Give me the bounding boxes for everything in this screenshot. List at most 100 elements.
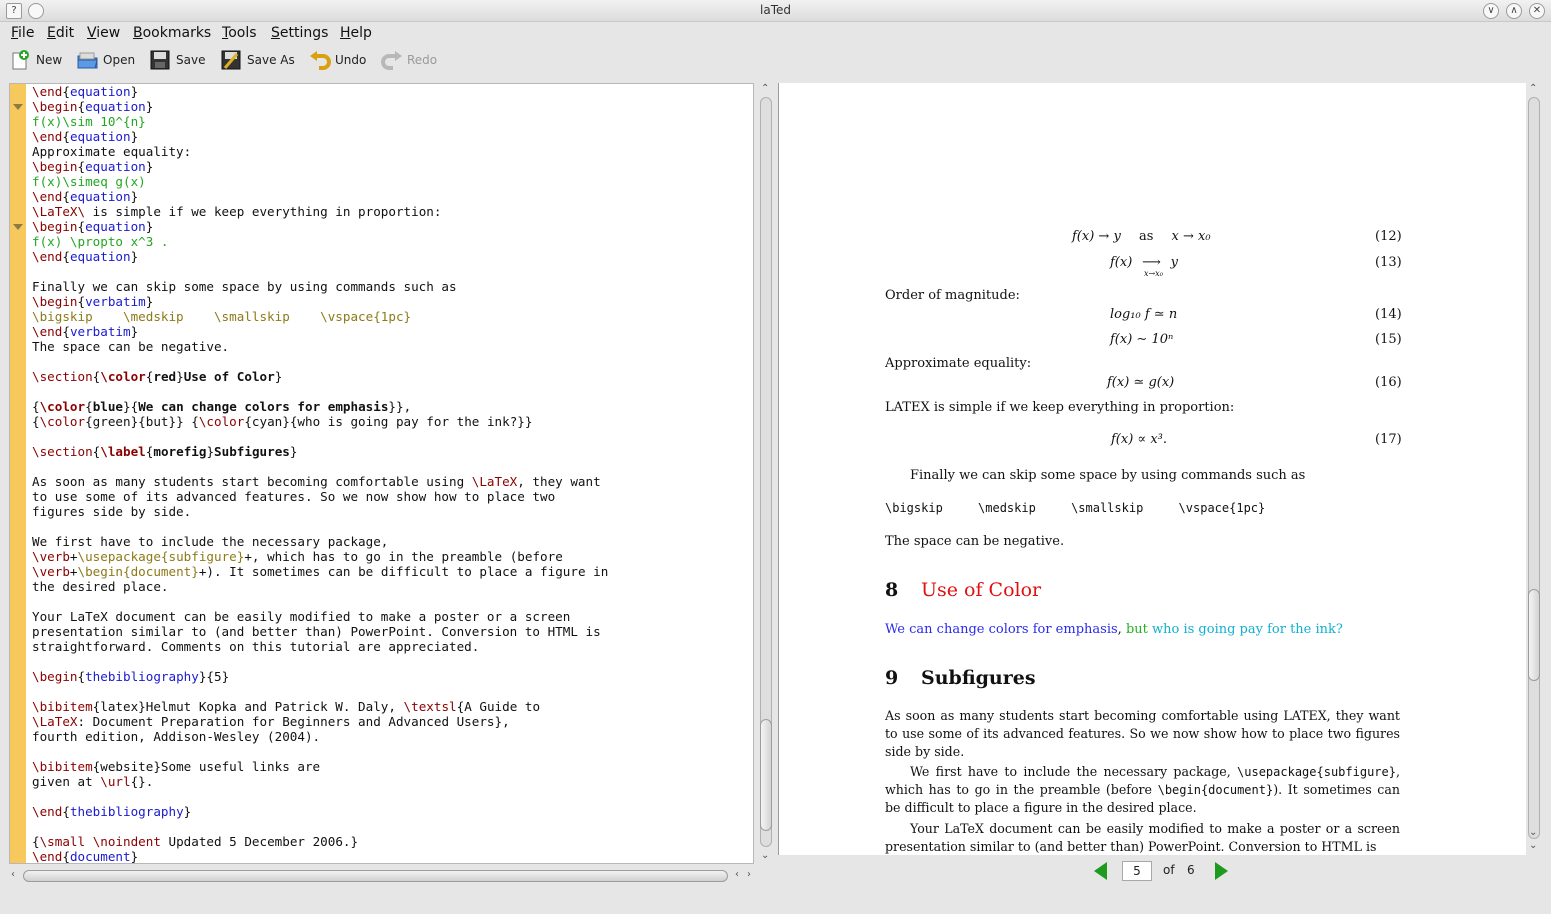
code-line[interactable]: \end{equation} [32, 84, 753, 99]
close-icon[interactable]: ✕ [1529, 3, 1545, 19]
code-line[interactable]: the desired place. [32, 579, 753, 594]
scrollbar-thumb[interactable] [760, 719, 772, 831]
code-line[interactable]: figures side by side. [32, 504, 753, 519]
code-line[interactable] [32, 264, 753, 279]
scroll-left-icon[interactable]: ‹ [11, 869, 15, 880]
maximize-icon[interactable]: ∧ [1506, 3, 1522, 19]
code-line[interactable]: \end{document} [32, 849, 753, 864]
menu-help-mnemonic: H [340, 25, 351, 41]
code-line[interactable]: As soon as many students start becoming … [32, 474, 753, 489]
scrollbar-track[interactable] [1528, 97, 1540, 839]
code-line[interactable] [32, 459, 753, 474]
open-folder-icon [77, 50, 98, 70]
new-button[interactable]: New [10, 48, 62, 72]
code-line[interactable]: \begin{equation} [32, 219, 753, 234]
code-line[interactable]: We first have to include the necessary p… [32, 534, 753, 549]
code-line[interactable] [32, 789, 753, 804]
scroll-up-icon[interactable]: ⌃ [1529, 83, 1537, 94]
code-line[interactable]: The space can be negative. [32, 339, 753, 354]
code-line[interactable]: \begin{equation} [32, 159, 753, 174]
code-line[interactable]: Finally we can skip some space by using … [32, 279, 753, 294]
code-line[interactable] [32, 519, 753, 534]
code-line[interactable]: {\small \noindent Updated 5 December 200… [32, 834, 753, 849]
scrollbar-thumb[interactable] [1528, 589, 1540, 681]
source-editor[interactable]: \end{equation} \begin{equation} f(x)\sim 1… [9, 83, 754, 864]
page-number-input[interactable]: 5 [1122, 861, 1152, 881]
next-page-icon[interactable] [1215, 862, 1228, 880]
code-line[interactable]: {\color{blue}{We can change colors for e… [32, 399, 753, 414]
code-line[interactable] [32, 354, 753, 369]
code-line[interactable]: \end{verbatim} [32, 324, 753, 339]
scroll-right-icon[interactable]: › [747, 869, 751, 880]
code-line[interactable]: \bigskip \medskip \smallskip \vspace{1pc… [32, 309, 753, 324]
menu-edit-mnemonic: E [47, 25, 56, 41]
menu-tools[interactable]: Tools [222, 25, 257, 41]
code-line[interactable] [32, 684, 753, 699]
code-line[interactable]: \begin{equation} [32, 99, 753, 114]
save-button[interactable]: Save [150, 48, 205, 72]
scroll-down-icon[interactable]: ⌄ [1529, 827, 1537, 838]
code-line[interactable]: \end{equation} [32, 129, 753, 144]
code-line[interactable]: \end{equation} [32, 189, 753, 204]
eq13-limit: x→x₀ [1143, 269, 1163, 278]
previous-page-icon[interactable] [1094, 862, 1107, 880]
menu-bookmarks[interactable]: Bookmarks [133, 25, 211, 41]
code-line[interactable]: f(x)\sim 10^{n} [32, 114, 753, 129]
code-line[interactable]: Approximate equality: [32, 144, 753, 159]
code-line[interactable]: \verb+\usepackage{subfigure}+, which has… [32, 549, 753, 564]
code-line[interactable] [32, 654, 753, 669]
pdf-preview[interactable]: f(x) → y as x → x₀ (12) f(x) ⟶ x→x₀ y (1… [778, 83, 1526, 855]
save-as-button[interactable]: Save As [221, 48, 295, 72]
code-line[interactable]: \verb+\begin{document}+). It sometimes c… [32, 564, 753, 579]
code-line[interactable]: to use some of its advanced features. So… [32, 489, 753, 504]
menu-help[interactable]: Help [340, 25, 372, 41]
code-line[interactable]: {\color{green}{but}} {\color{cyan}{who i… [32, 414, 753, 429]
undo-button[interactable]: Undo [309, 48, 366, 72]
code-line[interactable]: f(x) \propto x^3 . [32, 234, 753, 249]
scroll-down-icon[interactable]: ⌄ [1529, 840, 1537, 851]
scroll-down-icon[interactable]: ⌄ [761, 850, 769, 861]
redo-button[interactable]: Redo [381, 48, 437, 72]
code-area[interactable]: \end{equation} \begin{equation} f(x)\sim 1… [32, 84, 753, 864]
code-line[interactable]: straightforward. Comments on this tutori… [32, 639, 753, 654]
code-line[interactable]: f(x)\simeq g(x) [32, 174, 753, 189]
menu-settings[interactable]: Settings [271, 25, 328, 41]
code-line[interactable]: \begin{thebibliography}{5} [32, 669, 753, 684]
scrollbar-thumb[interactable] [23, 870, 728, 882]
code-line[interactable] [32, 819, 753, 834]
code-line[interactable]: Your LaTeX document can be easily modifi… [32, 609, 753, 624]
code-line[interactable]: \LaTeX\ is simple if we keep everything … [32, 204, 753, 219]
open-button[interactable]: Open [77, 48, 135, 72]
fold-toggle-icon[interactable] [13, 224, 23, 230]
code-line[interactable]: \section{\color{red}Use of Color} [32, 369, 753, 384]
code-line[interactable]: \section{\label{morefig}Subfigures} [32, 444, 753, 459]
scroll-up-icon[interactable]: ⌃ [761, 83, 769, 94]
code-token: } [130, 849, 139, 864]
code-token: given at [32, 774, 101, 789]
minimize-icon[interactable]: ∨ [1483, 3, 1499, 19]
menu-edit[interactable]: Edit [47, 25, 74, 41]
code-line[interactable]: \end{equation} [32, 249, 753, 264]
code-line[interactable]: presentation similar to (and better than… [32, 624, 753, 639]
preview-vertical-scrollbar[interactable]: ⌃ ⌄ ⌄ [1526, 83, 1542, 855]
code-line[interactable]: \LaTeX: Document Preparation for Beginne… [32, 714, 753, 729]
editor-horizontal-scrollbar[interactable]: ‹ ‹ › [9, 868, 774, 884]
code-line[interactable] [32, 594, 753, 609]
editor-vertical-scrollbar[interactable]: ⌃ ⌄ [758, 83, 774, 864]
code-line[interactable]: fourth edition, Addison-Wesley (2004). [32, 729, 753, 744]
code-line[interactable]: \end{thebibliography} [32, 804, 753, 819]
code-token: {cyan}{who is going pay for the ink?}} [244, 414, 533, 429]
menu-view[interactable]: View [87, 25, 120, 41]
code-line[interactable] [32, 744, 753, 759]
code-line[interactable]: \begin{verbatim} [32, 294, 753, 309]
code-token: + [69, 549, 78, 564]
fold-margin[interactable] [10, 84, 26, 863]
menu-file[interactable]: File [11, 25, 34, 41]
code-line[interactable]: given at \url{}. [32, 774, 753, 789]
code-line[interactable]: \bibitem{website}Some useful links are [32, 759, 753, 774]
scroll-left-icon[interactable]: ‹ [735, 869, 739, 880]
fold-toggle-icon[interactable] [13, 104, 23, 110]
code-line[interactable] [32, 384, 753, 399]
code-line[interactable]: \bibitem{latex}Helmut Kopka and Patrick … [32, 699, 753, 714]
code-line[interactable] [32, 429, 753, 444]
